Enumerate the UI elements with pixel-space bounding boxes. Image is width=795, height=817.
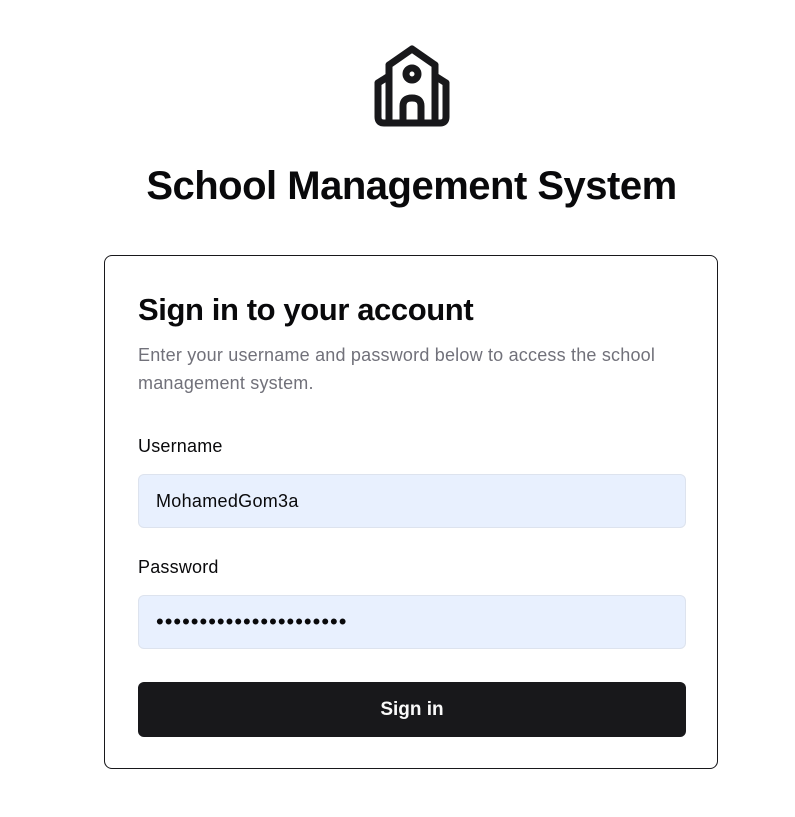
sign-in-button[interactable]: Sign in [138,682,686,737]
card-description: Enter your username and password below t… [138,345,656,393]
school-building-icon [374,45,450,127]
login-card: Sign in to your account Enter your usern… [104,255,718,769]
password-input[interactable] [138,595,686,649]
username-label: Username [138,436,223,456]
card-title: Sign in to your account [138,292,474,327]
username-input[interactable] [138,474,686,528]
app-title: School Management System [146,164,677,208]
password-label: Password [138,557,219,577]
